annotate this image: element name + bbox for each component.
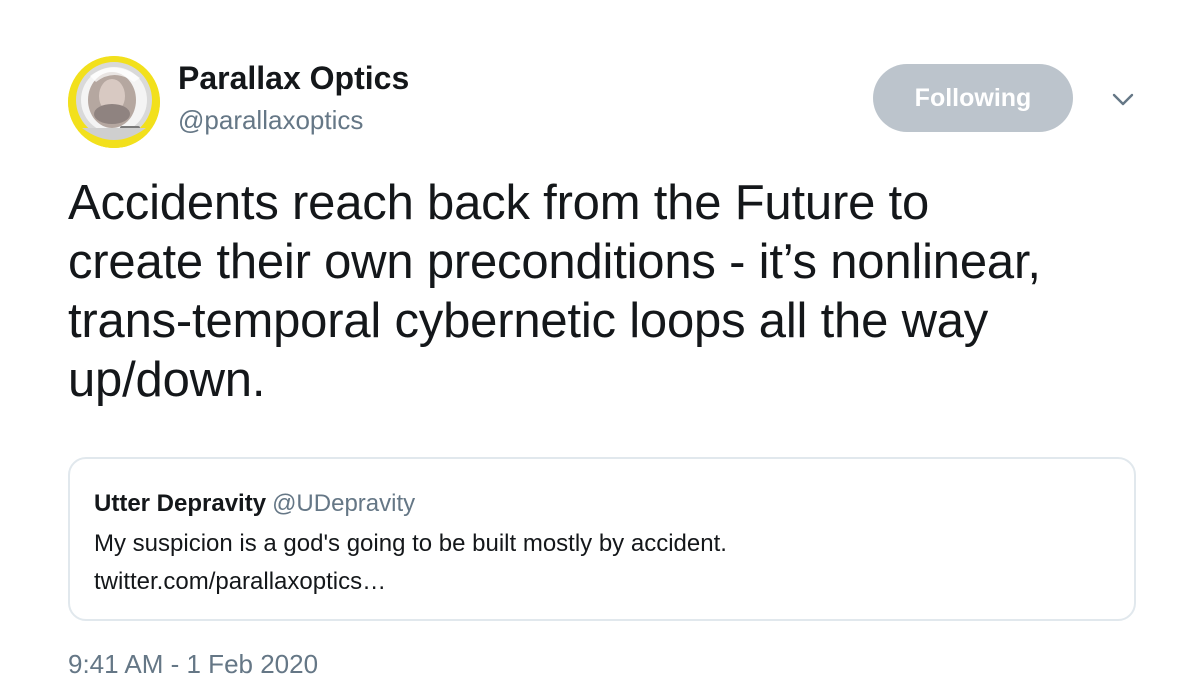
chevron-down-icon[interactable] [1110, 88, 1136, 112]
quoted-author-name: Utter Depravity [94, 490, 267, 517]
astronaut-helmet-avatar-icon [68, 56, 160, 148]
tweet-card: Parallax Optics @parallaxoptics Followin… [0, 0, 1200, 695]
quoted-tweet-text: My suspicion is a god's going to be buil… [94, 530, 727, 557]
quoted-author-handle: @UDepravity [272, 490, 416, 517]
quoted-tweet-header: Utter Depravity @UDepravity [94, 489, 415, 519]
quoted-tweet-link[interactable]: twitter.com/parallaxoptics… [94, 567, 386, 597]
author-display-name[interactable]: Parallax Optics [178, 59, 409, 97]
tweet-timestamp[interactable]: 9:41 AM - 1 Feb 2020 [68, 648, 318, 680]
author-handle[interactable]: @parallaxoptics [178, 104, 363, 136]
author-avatar[interactable] [68, 56, 160, 148]
quoted-tweet-card[interactable]: Utter Depravity @UDepravity My suspicion … [68, 457, 1136, 621]
tweet-text: Accidents reach back from the Future to … [68, 176, 1041, 407]
following-button[interactable]: Following [873, 64, 1073, 132]
